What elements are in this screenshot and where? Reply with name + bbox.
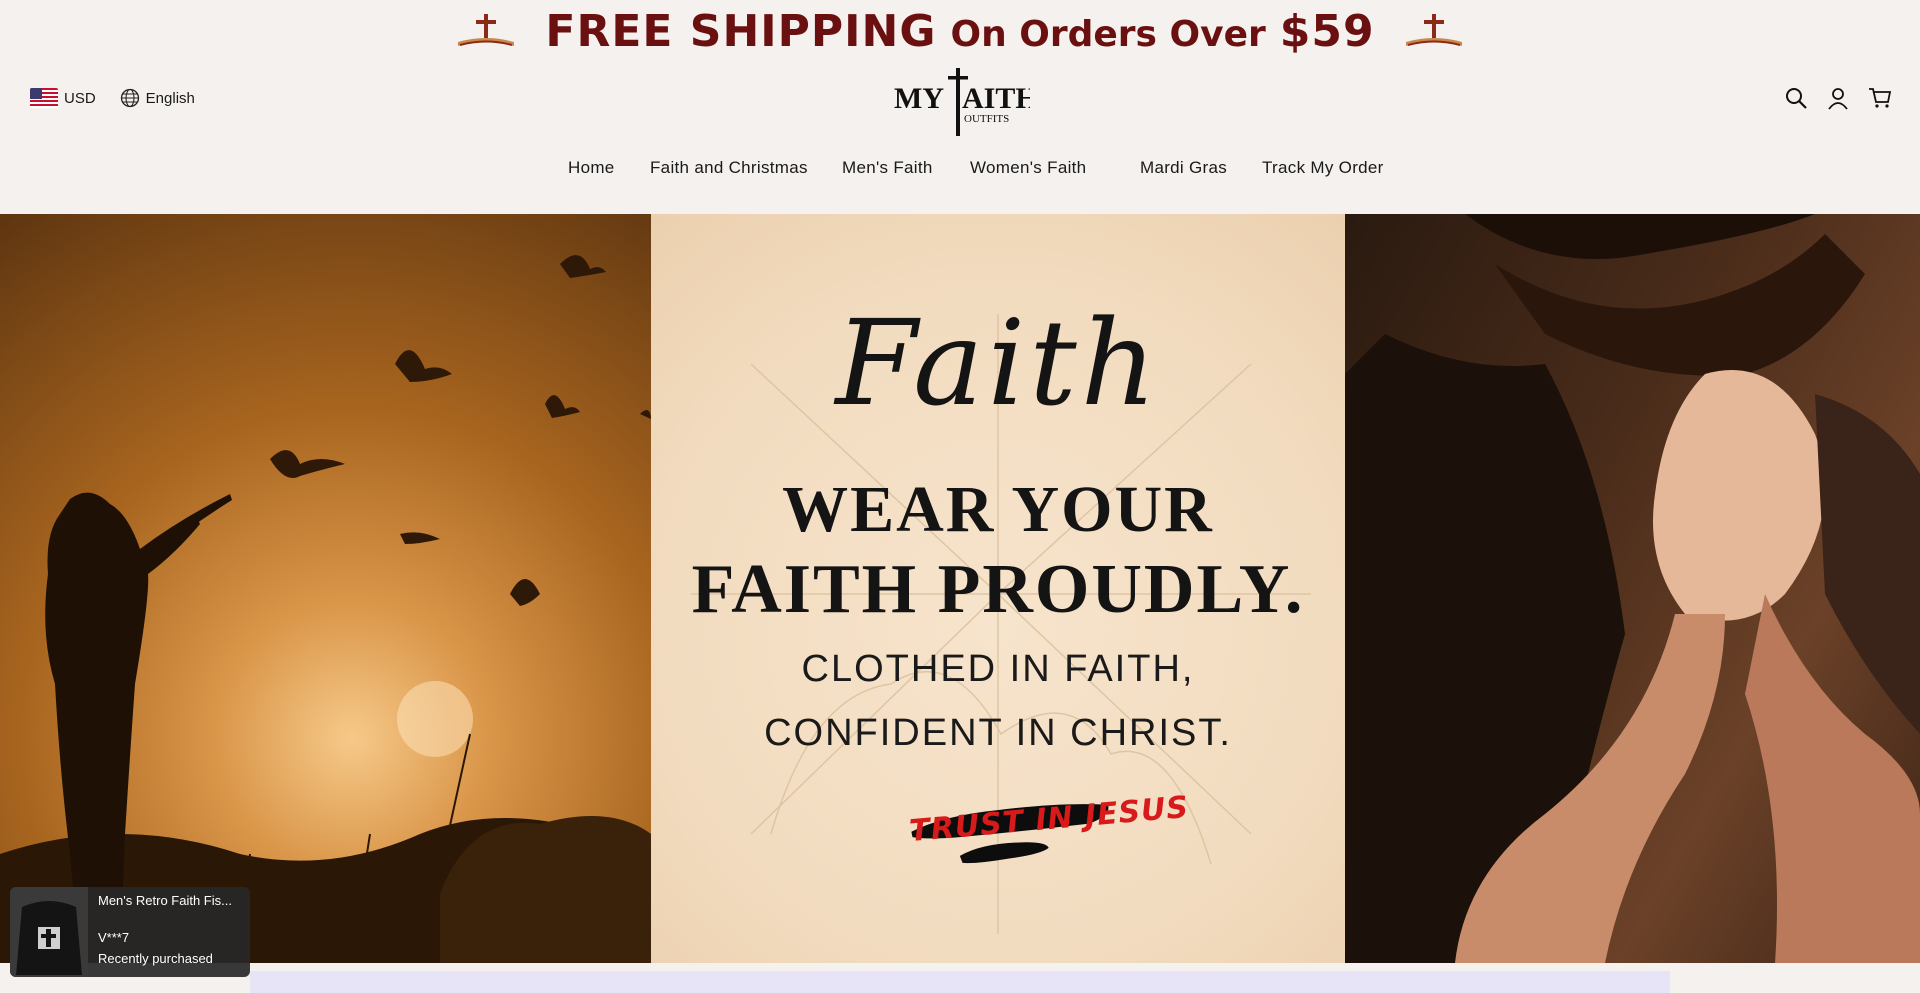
language-label: English <box>145 89 195 107</box>
svg-text:OUTFITS: OUTFITS <box>964 113 1009 125</box>
silhouette-illustration <box>0 255 651 963</box>
currency-selector[interactable]: USD <box>30 88 96 108</box>
free-shipping-label: FREE SHIPPING <box>545 5 937 57</box>
header-actions <box>1784 86 1892 110</box>
popup-details: Men's Retro Faith Fis... V***7 Recently … <box>88 887 242 977</box>
hero-subline-1: CLOTHED IN FAITH, <box>801 648 1195 690</box>
search-icon[interactable] <box>1784 86 1808 110</box>
nav-item-mens-faith[interactable]: Men's Faith <box>842 158 933 178</box>
site-header: USD English MY AITH OUTFITS <box>0 62 1920 140</box>
svg-text:AITH: AITH <box>962 82 1030 115</box>
announcement-text: FREE SHIPPING On Orders Over $59 <box>545 6 1374 57</box>
nav-item-home[interactable]: Home <box>568 158 615 178</box>
currency-label: USD <box>64 89 96 107</box>
popup-buyer: V***7 <box>98 930 130 945</box>
nav-item-faith-christmas[interactable]: Faith and Christmas <box>650 158 808 178</box>
announcement-bar: FREE SHIPPING On Orders Over $59 <box>0 0 1920 62</box>
main-nav: Home Faith and Christmas Men's Faith Wom… <box>0 158 1920 194</box>
language-selector[interactable]: English <box>120 88 195 108</box>
hero-faith-message: Faith WEAR YOUR FAITH PROUDLY. CLOTHED I… <box>651 214 1345 963</box>
cart-icon[interactable] <box>1868 86 1892 110</box>
hero-headline-2: FAITH PROUDLY. <box>691 551 1305 628</box>
popup-product-name: Men's Retro Faith Fis... <box>98 893 232 908</box>
hero-image-birds <box>0 214 651 963</box>
hero-subline-2: CONFIDENT IN CHRIST. <box>764 712 1232 754</box>
bottom-strip <box>250 971 1670 993</box>
orders-over-label: On Orders Over <box>950 13 1266 55</box>
bible-cross-icon <box>1406 14 1462 46</box>
site-logo[interactable]: MY AITH OUTFITS <box>890 66 1030 140</box>
popup-status: Recently purchased <box>98 951 213 966</box>
locale-selector: USD English <box>30 88 195 108</box>
threshold-amount: $59 <box>1279 5 1375 57</box>
recent-purchase-popup[interactable]: Men's Retro Faith Fis... V***7 Recently … <box>10 887 250 977</box>
hero-image-praying <box>1345 214 1920 963</box>
us-flag-icon <box>30 88 58 108</box>
product-thumbnail <box>10 887 88 977</box>
hero-script-word: Faith <box>835 294 1161 432</box>
praying-man-illustration <box>1345 214 1920 963</box>
hero-headline-1: WEAR YOUR <box>782 473 1214 546</box>
nav-item-track-order[interactable]: Track My Order <box>1262 158 1384 178</box>
nav-item-mardi-gras[interactable]: Mardi Gras <box>1140 158 1227 178</box>
bible-cross-icon <box>458 14 514 46</box>
nav-item-womens-faith[interactable]: Women's Faith <box>970 158 1086 178</box>
svg-text:MY: MY <box>894 82 944 115</box>
hero-banner[interactable]: Faith WEAR YOUR FAITH PROUDLY. CLOTHED I… <box>0 214 1920 963</box>
globe-icon <box>120 88 139 108</box>
account-icon[interactable] <box>1826 86 1850 110</box>
